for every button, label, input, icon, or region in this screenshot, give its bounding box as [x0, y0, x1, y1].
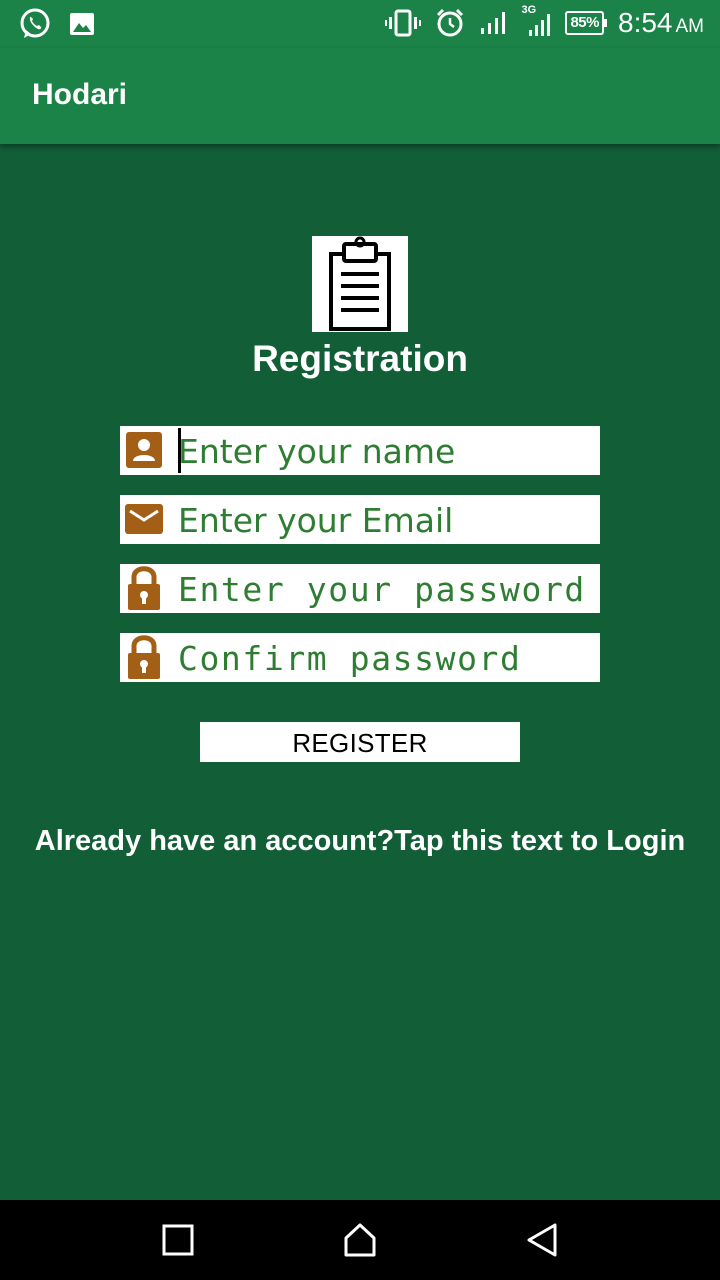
email-field[interactable]: Enter your Email [120, 495, 600, 544]
person-icon [125, 431, 163, 469]
email-placeholder: Enter your Email [178, 501, 454, 540]
register-button[interactable]: REGISTER [200, 722, 520, 762]
vibrate-icon [385, 9, 422, 37]
nav-bar [0, 1200, 720, 1280]
page-title: Registration [252, 338, 468, 379]
login-link[interactable]: Already have an account?Tap this text to… [0, 825, 720, 858]
confirm-password-placeholder: Confirm password [178, 639, 522, 678]
signal-3g-icon: 3G [521, 4, 551, 40]
email-icon [125, 500, 163, 538]
app-bar: Hodari [0, 48, 720, 144]
clock: 8:54 AM [618, 7, 704, 39]
name-field[interactable]: Enter your name [120, 426, 600, 475]
confirm-password-field[interactable]: Confirm password [120, 633, 600, 682]
password-placeholder: Enter your password [178, 570, 586, 609]
recent-apps-icon[interactable] [158, 1220, 198, 1260]
signal-icon [479, 9, 507, 37]
clock-time: 8:54 [618, 7, 673, 38]
image-icon [68, 10, 96, 38]
clock-ampm: AM [675, 16, 705, 37]
battery-icon: 85% [565, 11, 607, 35]
app-title: Hodari [32, 78, 128, 111]
password-field[interactable]: Enter your password [120, 564, 600, 613]
lock-icon [125, 635, 163, 679]
lock-icon [125, 566, 163, 610]
home-icon[interactable] [340, 1220, 380, 1260]
back-icon[interactable] [522, 1220, 562, 1260]
status-bar: 3G 85% 8:54 AM [0, 0, 720, 48]
whatsapp-icon [18, 7, 52, 41]
alarm-icon [435, 8, 465, 38]
clipboard-icon [312, 236, 408, 332]
name-placeholder: Enter your name [178, 432, 456, 471]
